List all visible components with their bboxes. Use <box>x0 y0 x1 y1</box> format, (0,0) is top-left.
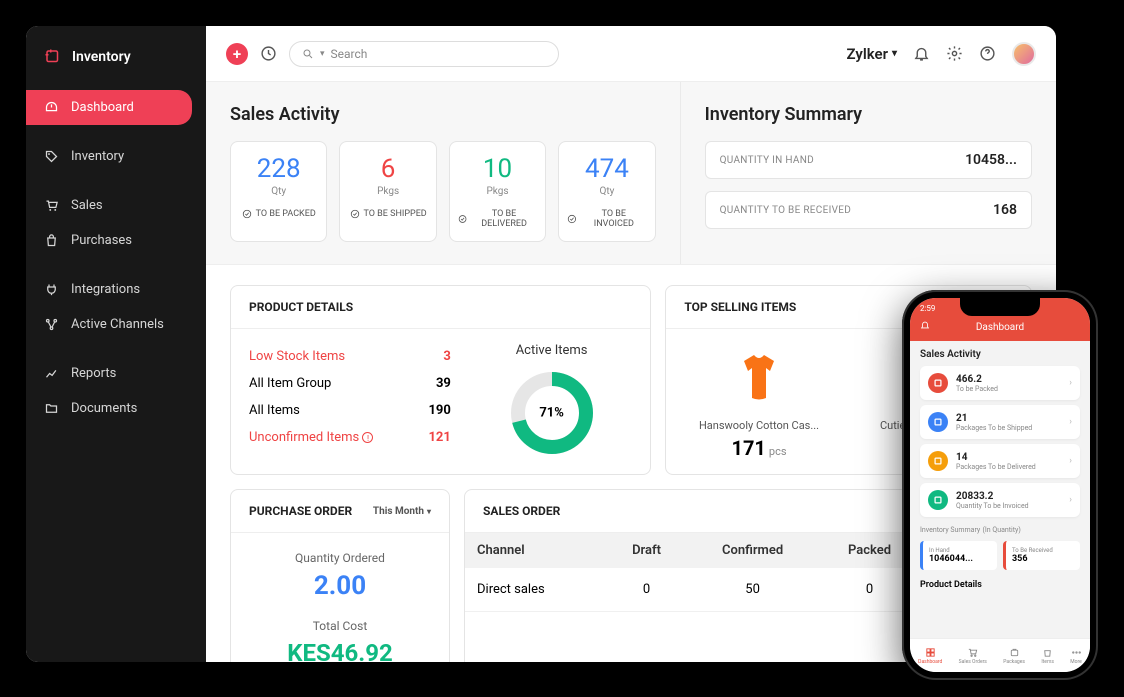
sidebar-item-reports[interactable]: Reports <box>26 356 206 391</box>
product-image <box>724 343 794 413</box>
sidebar-item-purchases[interactable]: Purchases <box>26 223 206 258</box>
po-cost-label: Total Cost <box>249 619 431 633</box>
avatar[interactable] <box>1012 42 1036 66</box>
check-circle-icon <box>350 209 360 219</box>
top-selling-title: TOP SELLING ITEMS <box>684 300 796 314</box>
chevron-right-icon: › <box>1069 495 1072 505</box>
phone-time: 2:59 <box>920 304 935 313</box>
phone-tab-more[interactable]: More <box>1070 647 1082 665</box>
check-circle-icon <box>458 214 467 224</box>
phone-card-icon <box>928 451 948 471</box>
chevron-right-icon: › <box>1069 378 1072 388</box>
phone-sales-activity-title: Sales Activity <box>920 349 1080 360</box>
phone-tab-items[interactable]: Items <box>1041 647 1054 665</box>
po-cost-value: KES46.92 <box>249 639 431 662</box>
phone-sa-card-1[interactable]: 21Packages To be Shipped› <box>920 405 1080 439</box>
product-detail-row-2[interactable]: All Items190 <box>249 397 451 424</box>
phone-tab-dashboard[interactable]: Dashboard <box>918 647 942 665</box>
so-header: Channel <box>465 533 606 568</box>
phone-card-icon <box>928 490 948 510</box>
chevron-right-icon: › <box>1069 456 1072 466</box>
history-icon[interactable] <box>260 45 277 62</box>
so-header: Confirmed <box>687 533 818 568</box>
check-circle-icon <box>567 214 577 224</box>
po-qty-label: Quantity Ordered <box>249 551 431 565</box>
chevron-right-icon: › <box>1069 417 1072 427</box>
purchase-order-panel: PURCHASE ORDER This Month▾ Quantity Orde… <box>230 489 450 662</box>
inventory-logo-icon <box>44 48 62 66</box>
active-items-donut: 71% <box>507 368 597 458</box>
product-detail-row-0[interactable]: Low Stock Items3 <box>249 343 451 370</box>
so-header: Draft <box>606 533 687 568</box>
search-input[interactable]: ▾ Search <box>289 41 559 67</box>
search-placeholder: Search <box>331 47 368 61</box>
active-items-title: Active Items <box>471 343 632 358</box>
product-details-panel: PRODUCT DETAILS Low Stock Items3All Item… <box>230 285 651 475</box>
sales-activity-card-0[interactable]: 228QtyTO BE PACKED <box>230 141 327 242</box>
sales-activity-card-1[interactable]: 6PkgsTO BE SHIPPED <box>339 141 436 242</box>
inventory-summary-title: Inventory Summary <box>705 104 1032 125</box>
purchase-order-title: PURCHASE ORDER <box>249 504 352 518</box>
bag-icon <box>44 233 59 248</box>
sales-activity-card-2[interactable]: 10PkgsTO BE DELIVERED <box>449 141 546 242</box>
inventory-summary-section: Inventory Summary QUANTITY IN HAND10458.… <box>681 82 1056 264</box>
product-detail-row-3[interactable]: Unconfirmed Items !121 <box>249 424 451 451</box>
phone-sa-card-2[interactable]: 14Packages To be Delivered› <box>920 444 1080 478</box>
check-circle-icon <box>242 209 252 219</box>
brand: Inventory <box>26 48 206 90</box>
phone-sa-card-0[interactable]: 466.2To be Packed› <box>920 366 1080 400</box>
inv-summary-row-0: QUANTITY IN HAND10458... <box>705 141 1032 179</box>
sales-activity-card-3[interactable]: 474QtyTO BE INVOICED <box>558 141 655 242</box>
po-qty-value: 2.00 <box>249 571 431 601</box>
phone-inv-summary-title: Inventory Summary (In Quantity) <box>920 525 1080 535</box>
purchase-order-filter[interactable]: This Month▾ <box>373 506 431 517</box>
phone-product-details-title: Product Details <box>920 580 1080 590</box>
top-selling-item-0[interactable]: Hanswooly Cotton Cas...171pcs <box>684 343 833 460</box>
donut-percent: 71% <box>539 406 564 421</box>
sidebar-item-dashboard[interactable]: Dashboard <box>26 90 192 125</box>
search-dropdown-icon: ▾ <box>320 49 325 59</box>
sidebar-item-documents[interactable]: Documents <box>26 391 206 426</box>
dashboard-icon <box>44 100 59 115</box>
channels-icon <box>44 317 59 332</box>
sidebar-item-sales[interactable]: Sales <box>26 188 206 223</box>
add-button[interactable]: + <box>226 43 248 65</box>
sales-activity-section: Sales Activity 228QtyTO BE PACKED6PkgsTO… <box>206 82 681 264</box>
phone-tab-sales-orders[interactable]: Sales Orders <box>959 647 987 665</box>
phone-header: Dashboard <box>910 318 1090 341</box>
chart-icon <box>44 366 59 381</box>
help-icon[interactable] <box>979 45 996 62</box>
sales-activity-title: Sales Activity <box>230 104 656 125</box>
phone-inv-box-0: In Hand1046044... <box>920 541 997 570</box>
phone-mockup: 2:59 Dashboard Sales Activity 466.2To be… <box>902 290 1098 680</box>
plug-icon <box>44 282 59 297</box>
folder-icon <box>44 401 59 416</box>
phone-card-icon <box>928 412 948 432</box>
cart-icon <box>44 198 59 213</box>
phone-card-icon <box>928 373 948 393</box>
search-icon <box>302 48 314 60</box>
product-detail-row-1[interactable]: All Item Group39 <box>249 370 451 397</box>
phone-tab-packages[interactable]: Packages <box>1003 647 1025 665</box>
phone-sa-card-3[interactable]: 20833.2Quantity To be Invoiced› <box>920 483 1080 517</box>
org-switcher[interactable]: Zylker▾ <box>847 45 898 63</box>
sidebar-item-active-channels[interactable]: Active Channels <box>26 307 206 342</box>
sidebar-item-inventory[interactable]: Inventory <box>26 139 206 174</box>
sales-order-title: SALES ORDER <box>483 504 560 518</box>
product-details-title: PRODUCT DETAILS <box>249 300 353 314</box>
brand-label: Inventory <box>72 49 131 65</box>
sidebar: Inventory Dashboard Inventory SalesPurch… <box>26 26 206 662</box>
bell-icon[interactable] <box>913 45 930 62</box>
phone-bell-icon[interactable] <box>920 320 930 330</box>
inv-summary-row-1: QUANTITY TO BE RECEIVED168 <box>705 191 1032 229</box>
phone-inv-box-1: To Be Received356 <box>1003 541 1080 570</box>
sidebar-item-integrations[interactable]: Integrations <box>26 272 206 307</box>
gear-icon[interactable] <box>946 45 963 62</box>
topbar: + ▾ Search Zylker▾ <box>206 26 1056 82</box>
tag-icon <box>44 149 59 164</box>
